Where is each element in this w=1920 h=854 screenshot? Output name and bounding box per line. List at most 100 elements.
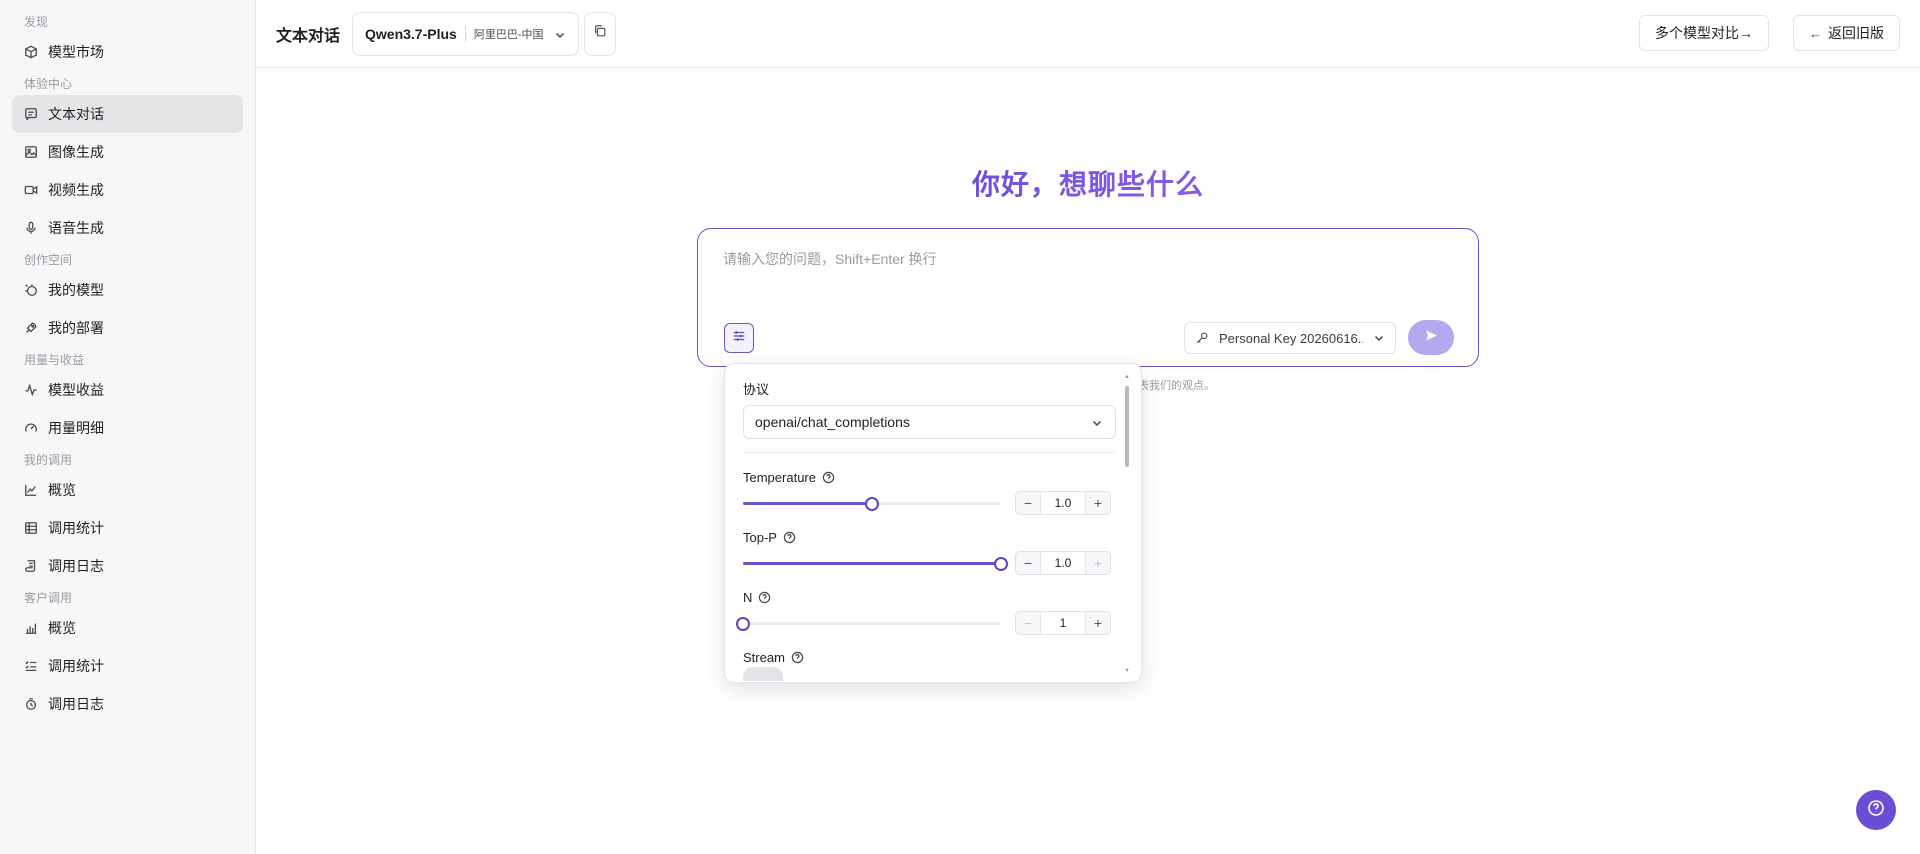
chevron-down-icon: [554, 28, 566, 40]
chevron-down-icon: [1091, 416, 1103, 428]
section-customer-calls: 客户调用: [24, 591, 73, 605]
bar-chart-icon: [24, 621, 38, 635]
chat-input-box: Personal Key 20260616...: [697, 228, 1479, 367]
protocol-label: 协议: [743, 381, 770, 397]
scroll-up-icon[interactable]: ▲: [1123, 374, 1131, 380]
sidebar-item-call-stats[interactable]: 调用统计: [12, 509, 243, 547]
sidebar-item-usage-detail[interactable]: 用量明细: [12, 409, 243, 447]
protocol-value: openai/chat_completions: [755, 414, 910, 430]
sidebar-item-customer-overview[interactable]: 概览: [12, 609, 243, 647]
page-title: 文本对话: [276, 27, 341, 45]
back-label: 返回旧版: [1828, 25, 1884, 41]
params-settings-button[interactable]: [724, 323, 754, 353]
sidebar-item-image-gen[interactable]: 图像生成: [12, 133, 243, 171]
n-label-row: N: [743, 587, 1116, 607]
sidebar-item-label: 调用日志: [48, 696, 104, 712]
help-icon[interactable]: [822, 471, 835, 484]
sidebar-item-label: 图像生成: [48, 144, 104, 160]
help-fab-button[interactable]: [1856, 790, 1896, 830]
sidebar-item-video-gen[interactable]: 视频生成: [12, 171, 243, 209]
send-button[interactable]: [1408, 320, 1454, 355]
api-key-label: Personal Key 20260616...: [1219, 330, 1363, 346]
stream-label: Stream: [743, 649, 785, 665]
sidebar-item-label: 模型收益: [48, 382, 104, 398]
sidebar-item-model-revenue[interactable]: 模型收益: [12, 371, 243, 409]
popover-scrollbar[interactable]: ▲ ▼: [1123, 374, 1131, 674]
model-select[interactable]: Qwen3.7-Plus 阿里巴巴-中国: [352, 11, 579, 56]
slider-thumb[interactable]: [994, 557, 1008, 571]
sidebar-item-overview[interactable]: 概览: [12, 471, 243, 509]
rocket-icon: [24, 321, 38, 335]
sidebar-item-text-chat[interactable]: 文本对话: [12, 95, 243, 133]
top-header: 文本对话 Qwen3.7-Plus 阿里巴巴-中国 多个模型对比→ ← 返回旧版: [256, 0, 1920, 68]
temperature-value[interactable]: 1.0: [1040, 492, 1086, 514]
sidebar-item-label: 概览: [48, 620, 76, 636]
disclaimer-text: 表我们的观点。: [1138, 380, 1215, 392]
param-top-p: Top-P − 1.0 +: [743, 527, 1116, 575]
api-key-select[interactable]: Personal Key 20260616...: [1184, 322, 1396, 354]
increment-button[interactable]: +: [1086, 612, 1110, 634]
n-slider[interactable]: [736, 617, 1001, 631]
scroll-down-icon[interactable]: ▼: [1123, 668, 1131, 674]
scrollbar-thumb[interactable]: [1125, 386, 1129, 467]
sidebar-item-customer-call-logs[interactable]: 调用日志: [12, 685, 243, 723]
sidebar-item-call-logs[interactable]: 调用日志: [12, 547, 243, 585]
section-discover: 发现: [24, 15, 49, 29]
sidebar-item-label: 我的模型: [48, 282, 104, 298]
decrement-button[interactable]: −: [1016, 612, 1040, 634]
param-stream: Stream: [743, 647, 1116, 667]
param-temperature: Temperature − 1.0 +: [743, 467, 1116, 515]
stream-toggle[interactable]: [743, 667, 783, 681]
temperature-label: Temperature: [743, 469, 816, 485]
chat-input[interactable]: [723, 247, 1423, 271]
slider-thumb[interactable]: [736, 617, 750, 631]
increment-button[interactable]: +: [1086, 552, 1110, 574]
temperature-label-row: Temperature: [743, 467, 1116, 487]
protocol-select[interactable]: openai/chat_completions: [743, 405, 1116, 439]
n-label: N: [743, 589, 753, 605]
scroll-icon: [24, 559, 38, 573]
decrement-button[interactable]: −: [1016, 492, 1040, 514]
compare-models-button[interactable]: 多个模型对比→: [1639, 15, 1769, 51]
model-region: 阿里巴巴-中国: [473, 28, 544, 41]
sidebar-item-my-deploy[interactable]: 我的部署: [12, 309, 243, 347]
increment-button[interactable]: +: [1086, 492, 1110, 514]
line-chart-icon: [24, 483, 38, 497]
greeting-text: 你好，想聊些什么: [971, 169, 1204, 200]
sidebar-item-label: 概览: [48, 482, 76, 498]
sidebar-item-label: 用量明细: [48, 420, 104, 436]
top-p-value[interactable]: 1.0: [1040, 552, 1086, 574]
decrement-button[interactable]: −: [1016, 552, 1040, 574]
top-p-slider[interactable]: [743, 557, 1008, 571]
back-to-old-button[interactable]: ← 返回旧版: [1793, 15, 1900, 51]
help-icon[interactable]: [783, 531, 796, 544]
sidebar-item-label: 视频生成: [48, 182, 104, 198]
model-icon: [24, 283, 38, 297]
sidebar-item-label: 文本对话: [48, 106, 104, 122]
sidebar-item-model-market[interactable]: 模型市场: [12, 33, 243, 71]
sidebar-item-label: 模型市场: [48, 44, 104, 60]
param-n: N − 1 +: [736, 587, 1116, 635]
copy-button[interactable]: [583, 11, 616, 56]
slider-thumb[interactable]: [865, 497, 879, 511]
temperature-slider[interactable]: [743, 497, 1001, 511]
help-icon[interactable]: [791, 651, 804, 664]
help-icon[interactable]: [758, 591, 771, 604]
sidebar-item-label: 调用日志: [48, 558, 104, 574]
copy-icon: [593, 24, 607, 43]
arrow-left-icon: ←: [1809, 25, 1822, 41]
section-creation: 创作空间: [24, 253, 73, 267]
sidebar-item-voice-gen[interactable]: 语音生成: [12, 209, 243, 247]
section-my-calls: 我的调用: [24, 453, 73, 467]
slider-fill: [743, 562, 1001, 565]
mic-icon: [24, 221, 38, 235]
greeting-heading: 你好，想聊些什么: [256, 163, 1920, 203]
sidebar-item-customer-call-stats[interactable]: 调用统计: [12, 647, 243, 685]
gauge-icon: [24, 421, 38, 435]
help-icon: [1867, 799, 1885, 822]
n-value[interactable]: 1: [1040, 612, 1086, 634]
n-stepper: − 1 +: [1015, 611, 1111, 635]
sidebar-item-my-models[interactable]: 我的模型: [12, 271, 243, 309]
section-experience: 体验中心: [24, 77, 73, 91]
top-p-label-row: Top-P: [743, 527, 1116, 547]
